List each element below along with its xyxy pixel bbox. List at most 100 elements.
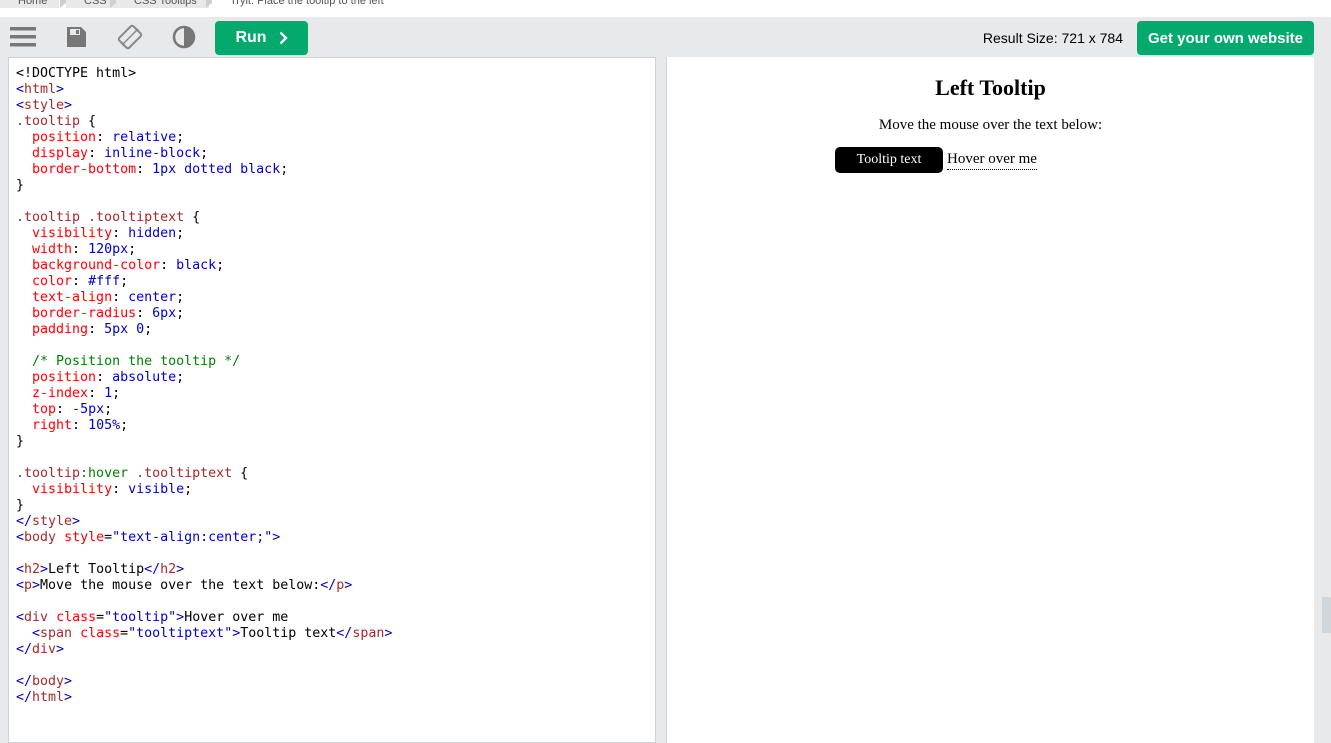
code-token: > bbox=[40, 562, 49, 577]
code-line: text-align: center; bbox=[16, 290, 655, 306]
code-line: } bbox=[16, 434, 655, 450]
code-token: Hover over me bbox=[184, 610, 289, 625]
code-token: span bbox=[352, 626, 385, 641]
code-token: h2 bbox=[24, 562, 41, 577]
code-token: html bbox=[24, 82, 57, 97]
code-token: < bbox=[16, 82, 25, 97]
code-token: > bbox=[72, 514, 81, 529]
code-token: > bbox=[56, 642, 65, 657]
save-icon[interactable] bbox=[61, 22, 91, 52]
code-token: } bbox=[16, 498, 25, 513]
code-token: ; bbox=[176, 306, 185, 321]
code-editor[interactable]: <!DOCTYPE html> <html> <style> .tooltip { p… bbox=[8, 57, 656, 743]
breadcrumb-css-tooltips[interactable]: CSS Tooltips bbox=[116, 0, 209, 8]
code-token: "tooltiptext" bbox=[128, 626, 233, 641]
breadcrumb-home[interactable]: Home bbox=[0, 0, 60, 8]
code-token: < bbox=[16, 530, 25, 545]
code-token: { bbox=[80, 114, 97, 129]
code-token: style bbox=[64, 530, 105, 545]
code-token: : bbox=[136, 306, 153, 321]
code-token: ; bbox=[216, 258, 225, 273]
rotate-icon[interactable] bbox=[115, 22, 145, 52]
code-token: } bbox=[16, 434, 25, 449]
code-line: border-radius: 6px; bbox=[16, 306, 655, 322]
result-size-readout: Result Size: 721 x 784 bbox=[982, 30, 1123, 46]
code-line: background-color: black; bbox=[16, 258, 655, 274]
code-token: body bbox=[32, 674, 65, 689]
code-token: style bbox=[24, 98, 65, 113]
code-token: : bbox=[72, 418, 89, 433]
contrast-icon[interactable] bbox=[169, 22, 199, 52]
breadcrumb-current: Tryit: Place the tooltip to the left bbox=[212, 0, 396, 8]
code-token: .tooltip bbox=[16, 114, 81, 129]
code-token: 1 bbox=[104, 386, 113, 401]
code-line: } bbox=[16, 498, 655, 514]
code-token: = bbox=[120, 626, 129, 641]
code-token: </ bbox=[144, 562, 161, 577]
page-scrollbar[interactable] bbox=[1314, 57, 1331, 743]
scrollbar-thumb[interactable] bbox=[1322, 597, 1331, 633]
code-token: h2 bbox=[160, 562, 177, 577]
code-token: div bbox=[32, 642, 57, 657]
code-token: </ bbox=[16, 642, 33, 657]
code-token: > bbox=[384, 626, 393, 641]
code-line: ​ bbox=[16, 594, 655, 610]
code-token: > bbox=[176, 610, 185, 625]
code-token: top bbox=[32, 402, 57, 417]
menu-icon[interactable] bbox=[8, 22, 38, 52]
code-line: ​ bbox=[16, 658, 655, 674]
code-token: ; bbox=[120, 274, 129, 289]
code-token: { bbox=[232, 466, 249, 481]
code-token: ; bbox=[280, 162, 289, 177]
code-line: } bbox=[16, 178, 655, 194]
code-token: .tooltip .tooltiptext bbox=[16, 210, 185, 225]
get-own-website-button[interactable]: Get your own website bbox=[1137, 21, 1314, 55]
code-line: .tooltip:hover .tooltiptext { bbox=[16, 466, 655, 482]
code-token: 1px dotted black bbox=[152, 162, 281, 177]
code-line: .tooltip .tooltiptext { bbox=[16, 210, 655, 226]
panel-divider[interactable] bbox=[656, 57, 666, 743]
code-line: </style> bbox=[16, 514, 655, 530]
code-token: < bbox=[16, 610, 25, 625]
code-token: < bbox=[16, 562, 25, 577]
code-token: div bbox=[24, 610, 49, 625]
code-text[interactable]: <!DOCTYPE html> <html> <style> .tooltip { p… bbox=[9, 58, 655, 706]
code-line: position: relative; bbox=[16, 130, 655, 146]
code-line: ​ bbox=[16, 546, 655, 562]
code-token: ; bbox=[104, 402, 113, 417]
hover-target[interactable]: Hover over me bbox=[947, 149, 1037, 170]
code-token: : bbox=[112, 290, 129, 305]
code-line: <span class="tooltiptext">Tooltip text</… bbox=[16, 626, 655, 642]
code-token: : bbox=[72, 274, 89, 289]
code-line: visibility: visible; bbox=[16, 482, 655, 498]
code-token: display bbox=[32, 146, 89, 161]
code-token: p bbox=[24, 578, 33, 593]
code-line: ​ bbox=[16, 338, 655, 354]
code-token: > bbox=[64, 674, 73, 689]
code-token: > bbox=[64, 98, 73, 113]
code-line: top: -5px; bbox=[16, 402, 655, 418]
code-token: z-index bbox=[32, 386, 89, 401]
run-button[interactable]: Run bbox=[215, 21, 308, 55]
code-token: > bbox=[32, 578, 41, 593]
code-token: { bbox=[184, 210, 201, 225]
code-line: .tooltip { bbox=[16, 114, 655, 130]
code-token: </ bbox=[336, 626, 353, 641]
code-token: padding bbox=[32, 322, 89, 337]
code-token: .tooltiptext bbox=[128, 466, 233, 481]
code-token: right bbox=[32, 418, 73, 433]
code-token: ; bbox=[112, 386, 121, 401]
code-token: : bbox=[160, 258, 177, 273]
code-token: < bbox=[32, 626, 41, 641]
code-token: "tooltip" bbox=[104, 610, 177, 625]
